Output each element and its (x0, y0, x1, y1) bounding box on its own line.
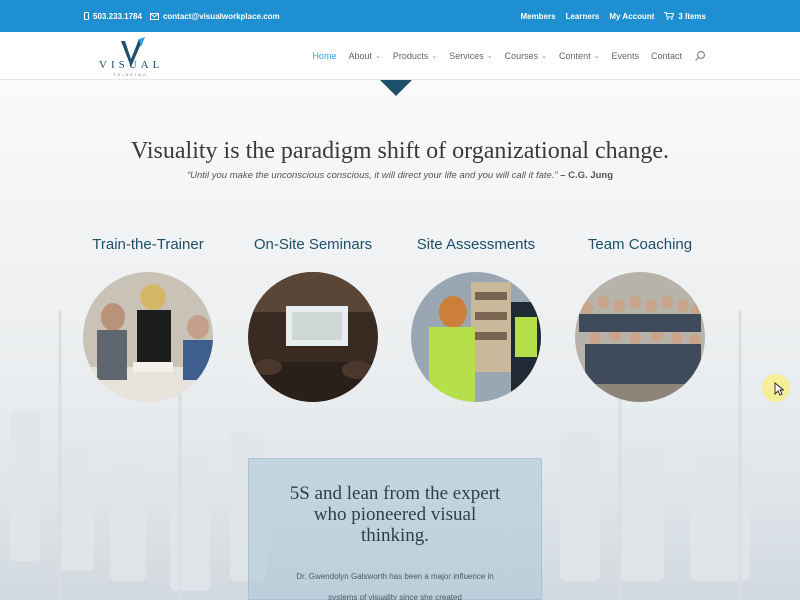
phone-link[interactable]: 503.233.1784 (84, 12, 142, 21)
cart-count: 3 Items (678, 11, 706, 21)
service-team-coaching[interactable]: Team Coaching (560, 236, 720, 402)
learners-link[interactable]: Learners (566, 12, 600, 21)
nav-label: Contact (650, 51, 682, 61)
nav-home[interactable]: Home (312, 51, 336, 61)
phone-number: 503.233.1784 (93, 11, 142, 21)
quote-text: “Until you make the unconscious consciou… (186, 170, 558, 181)
main-header: VISUAL THINKING Home About ⌄ Products ⌄ Se… (0, 32, 800, 80)
nav-label: Home (312, 51, 337, 61)
mail-icon (149, 12, 159, 20)
mouse-cursor-icon (774, 382, 784, 396)
service-on-site-seminars[interactable]: On-Site Seminars (233, 236, 393, 402)
nav-courses[interactable]: Courses ⌄ (505, 51, 547, 61)
cart-icon (664, 12, 675, 20)
nav-label: Courses (504, 51, 539, 61)
chevron-down-icon: ⌄ (486, 53, 493, 60)
quote-author: – C.G. Jung (557, 170, 614, 181)
active-nav-pointer (380, 80, 412, 96)
feature-heading: 5S and lean from the expert who pioneere… (289, 483, 501, 546)
nav-services[interactable]: Services ⌄ (449, 51, 492, 61)
service-image (411, 272, 541, 402)
service-title: Team Coaching (587, 236, 693, 253)
search-icon[interactable] (694, 50, 706, 62)
nav-content[interactable]: Content ⌄ (559, 51, 599, 61)
logo-subtitle: THINKING (113, 72, 149, 77)
account-links: Members Learners My Account 3 Items (520, 12, 706, 21)
contact-info: 503.233.1784 contact@visualworkplace.com (84, 12, 280, 21)
services-row: Train-the-Trainer On-Site Seminars Site … (0, 236, 800, 416)
feature-box: 5S and lean from the expert who pioneere… (248, 458, 542, 600)
main-nav: Home About ⌄ Products ⌄ Services ⌄ Courses ⌄… (312, 32, 706, 80)
my-account-link[interactable]: My Account (609, 12, 654, 21)
service-image (83, 272, 213, 402)
chevron-down-icon: ⌄ (593, 53, 600, 60)
cart-link[interactable]: 3 Items (664, 12, 706, 21)
service-title: Train-the-Trainer (92, 236, 204, 253)
top-bar: 503.233.1784 contact@visualworkplace.com… (0, 0, 800, 32)
nav-contact[interactable]: Contact (651, 51, 682, 61)
feature-text: Dr. Gwendolyn Galsworth has been a major… (296, 572, 494, 600)
nav-label: Products (392, 51, 429, 61)
nav-label: About (348, 51, 372, 61)
chevron-down-icon: ⌄ (374, 53, 381, 60)
chevron-down-icon: ⌄ (431, 53, 438, 60)
email-address: contact@visualworkplace.com (162, 11, 280, 21)
service-image (575, 272, 705, 402)
service-site-assessments[interactable]: Site Assessments (396, 236, 556, 402)
nav-label: Events (611, 51, 639, 61)
phone-icon (84, 12, 89, 20)
nav-about[interactable]: About ⌄ (348, 51, 380, 61)
nav-products[interactable]: Products ⌄ (393, 51, 437, 61)
email-link[interactable]: contact@visualworkplace.com (149, 11, 280, 21)
service-image (248, 272, 378, 402)
service-title: Site Assessments (416, 236, 536, 253)
logo-wordmark: VISUAL (99, 59, 164, 71)
site-logo[interactable]: VISUAL THINKING (95, 37, 165, 77)
chevron-down-icon: ⌄ (541, 53, 548, 60)
nav-events[interactable]: Events (611, 51, 639, 61)
hero-headline: Visuality is the paradigm shift of organ… (131, 138, 669, 164)
service-title: On-Site Seminars (253, 236, 373, 253)
nav-label: Content (559, 51, 591, 61)
nav-label: Services (449, 51, 484, 61)
members-link[interactable]: Members (520, 12, 555, 21)
service-train-the-trainer[interactable]: Train-the-Trainer (68, 236, 228, 402)
hero-quote: “Until you make the unconscious consciou… (0, 170, 800, 181)
